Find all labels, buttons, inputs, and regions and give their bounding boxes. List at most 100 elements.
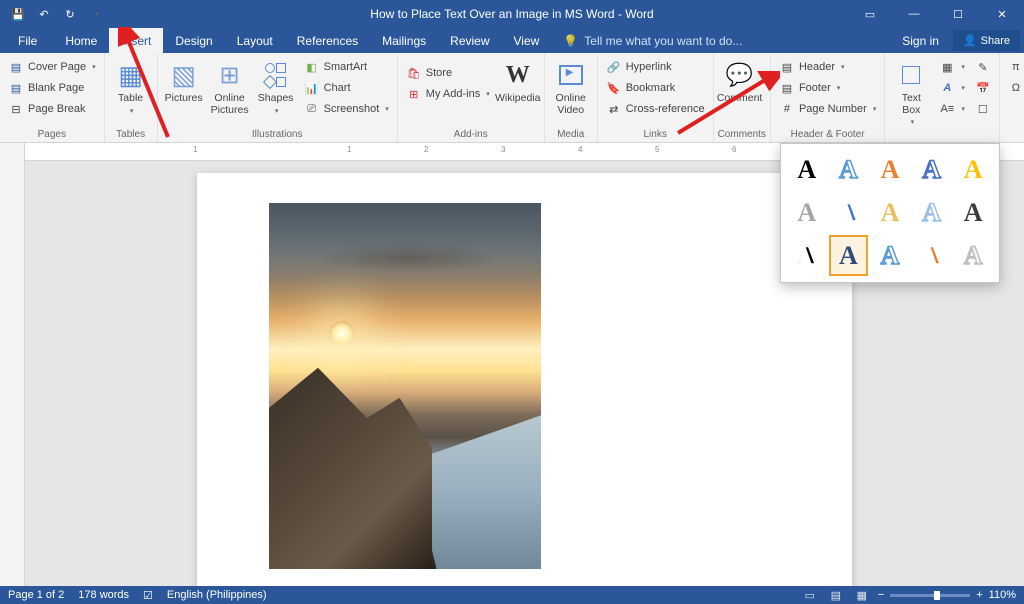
group-label-links: Links bbox=[602, 127, 709, 142]
page-break-button[interactable]: ⊟Page Break bbox=[4, 99, 100, 119]
maximize-icon[interactable]: ☐ bbox=[936, 0, 980, 28]
chart-icon: 📊 bbox=[304, 80, 320, 96]
undo-icon[interactable]: ↶ bbox=[32, 3, 56, 25]
zoom-slider[interactable] bbox=[890, 594, 970, 597]
pictures-button[interactable]: Pictures bbox=[162, 57, 206, 107]
status-word-count[interactable]: 178 words bbox=[78, 589, 129, 601]
ruler-tick: 1 bbox=[347, 145, 351, 154]
inserted-image[interactable] bbox=[269, 203, 541, 569]
wordart-style-8[interactable]: A bbox=[870, 193, 910, 234]
page-number-button[interactable]: #Page Number bbox=[775, 99, 880, 119]
redo-icon[interactable]: ↻ bbox=[58, 3, 82, 25]
tell-me-search[interactable]: 💡 Tell me what you want to do... bbox=[551, 28, 754, 53]
wordart-style-2[interactable]: A bbox=[829, 150, 869, 191]
hyperlink-button[interactable]: 🔗Hyperlink bbox=[602, 57, 709, 77]
zoom-in-button[interactable]: + bbox=[976, 589, 982, 601]
wordart-style-1[interactable]: A bbox=[787, 150, 827, 191]
ribbon-tabs: File Home Insert Design Layout Reference… bbox=[0, 28, 1024, 53]
qat-customize-icon[interactable] bbox=[84, 3, 108, 25]
cover-page-button[interactable]: Cover Page bbox=[4, 57, 100, 77]
store-icon: 🛍 bbox=[406, 65, 422, 81]
tab-references[interactable]: References bbox=[285, 28, 370, 53]
wordart-style-10[interactable]: A bbox=[953, 193, 993, 234]
close-icon[interactable]: ✕ bbox=[980, 0, 1024, 28]
bookmark-button[interactable]: 🔖Bookmark bbox=[602, 78, 709, 98]
shapes-button[interactable]: Shapes bbox=[254, 57, 298, 117]
view-web-layout-button[interactable]: ▦ bbox=[852, 588, 872, 602]
wordart-style-6[interactable]: A bbox=[787, 193, 827, 234]
header-button[interactable]: ▤Header bbox=[775, 57, 880, 77]
table-button[interactable]: Table bbox=[109, 57, 153, 117]
sign-in-link[interactable]: Sign in bbox=[892, 34, 949, 48]
wikipedia-button[interactable]: WWikipedia bbox=[496, 57, 540, 107]
blank-page-button[interactable]: Blank Page bbox=[4, 78, 100, 98]
wordart-style-15[interactable]: A bbox=[953, 235, 993, 276]
online-pictures-icon bbox=[214, 59, 246, 91]
symbol-button[interactable]: ΩSymbol bbox=[1004, 78, 1024, 98]
page-number-icon: # bbox=[779, 101, 795, 117]
screenshot-button[interactable]: ⎚Screenshot bbox=[300, 99, 393, 119]
group-pages: Cover Page Blank Page ⊟Page Break Pages bbox=[0, 53, 105, 142]
smartart-button[interactable]: ◧SmartArt bbox=[300, 57, 393, 77]
group-label-addins: Add-ins bbox=[402, 127, 540, 142]
status-page[interactable]: Page 1 of 2 bbox=[8, 589, 64, 601]
status-language[interactable]: English (Philippines) bbox=[167, 589, 267, 601]
quick-parts-button[interactable]: ▦ bbox=[935, 57, 969, 77]
equation-button[interactable]: πEquation bbox=[1004, 57, 1024, 77]
wordart-style-4[interactable]: A bbox=[912, 150, 952, 191]
online-pictures-button[interactable]: Online Pictures bbox=[208, 57, 252, 118]
window-title: How to Place Text Over an Image in MS Wo… bbox=[370, 7, 653, 21]
status-bar: Page 1 of 2 178 words ☑ English (Philipp… bbox=[0, 586, 1024, 604]
tab-layout[interactable]: Layout bbox=[225, 28, 285, 53]
comment-button[interactable]: 💬Comment bbox=[718, 57, 762, 107]
wordart-style-3[interactable]: A bbox=[870, 150, 910, 191]
comment-icon: 💬 bbox=[724, 59, 756, 91]
tab-review[interactable]: Review bbox=[438, 28, 501, 53]
status-proofing-icon[interactable]: ☑ bbox=[143, 589, 153, 602]
document-area: 1123456 Lorem ipsum dolor sit amet, cons… bbox=[0, 143, 1024, 586]
ribbon: Cover Page Blank Page ⊟Page Break Pages … bbox=[0, 53, 1024, 143]
signature-line-button[interactable]: ✎ bbox=[971, 57, 995, 77]
tab-file[interactable]: File bbox=[6, 28, 49, 53]
view-read-mode-button[interactable]: ▭ bbox=[800, 588, 820, 602]
online-video-button[interactable]: Online Video bbox=[549, 57, 593, 118]
zoom-level[interactable]: 110% bbox=[989, 589, 1016, 601]
shapes-icon bbox=[260, 59, 292, 91]
group-tables: Table Tables bbox=[105, 53, 158, 142]
ribbon-options-icon[interactable]: ▭ bbox=[848, 0, 892, 28]
wordart-style-13[interactable]: A bbox=[870, 235, 910, 276]
my-addins-button[interactable]: ⊞My Add-ins bbox=[402, 84, 494, 104]
object-button[interactable]: ☐ bbox=[971, 99, 995, 119]
wordart-style-11[interactable]: A bbox=[787, 235, 827, 276]
blank-page-icon bbox=[8, 80, 24, 96]
wordart-style-9[interactable]: A bbox=[912, 193, 952, 234]
footer-button[interactable]: ▤Footer bbox=[775, 78, 880, 98]
page-break-icon: ⊟ bbox=[8, 101, 24, 117]
chart-button[interactable]: 📊Chart bbox=[300, 78, 393, 98]
group-symbols: πEquation ΩSymbol Symbols bbox=[1000, 53, 1024, 142]
zoom-out-button[interactable]: − bbox=[878, 589, 884, 601]
wordart-style-5[interactable]: A bbox=[953, 150, 993, 191]
quick-parts-icon: ▦ bbox=[939, 59, 955, 75]
vertical-ruler bbox=[0, 143, 25, 586]
tab-mailings[interactable]: Mailings bbox=[370, 28, 438, 53]
wordart-style-7[interactable]: A bbox=[829, 193, 869, 234]
minimize-icon[interactable]: — bbox=[892, 0, 936, 28]
drop-cap-button[interactable]: A≡ bbox=[935, 99, 969, 119]
zoom-slider-thumb[interactable] bbox=[934, 591, 940, 600]
tab-view[interactable]: View bbox=[502, 28, 552, 53]
tab-home[interactable]: Home bbox=[53, 28, 109, 53]
wordart-button[interactable]: A bbox=[935, 78, 969, 98]
hyperlink-icon: 🔗 bbox=[606, 59, 622, 75]
date-time-button[interactable]: 📅 bbox=[971, 78, 995, 98]
tab-design[interactable]: Design bbox=[163, 28, 224, 53]
tab-insert[interactable]: Insert bbox=[109, 28, 163, 53]
cross-reference-button[interactable]: ⇄Cross-reference bbox=[602, 99, 709, 119]
store-button[interactable]: 🛍Store bbox=[402, 63, 494, 83]
view-print-layout-button[interactable]: ▤ bbox=[826, 588, 846, 602]
wordart-style-14[interactable]: A bbox=[912, 235, 952, 276]
text-box-button[interactable]: TextBox bbox=[889, 57, 933, 128]
wordart-style-12[interactable]: A bbox=[829, 235, 869, 276]
save-icon[interactable]: 💾 bbox=[6, 3, 30, 25]
share-button[interactable]: 👤 Share bbox=[953, 30, 1020, 51]
